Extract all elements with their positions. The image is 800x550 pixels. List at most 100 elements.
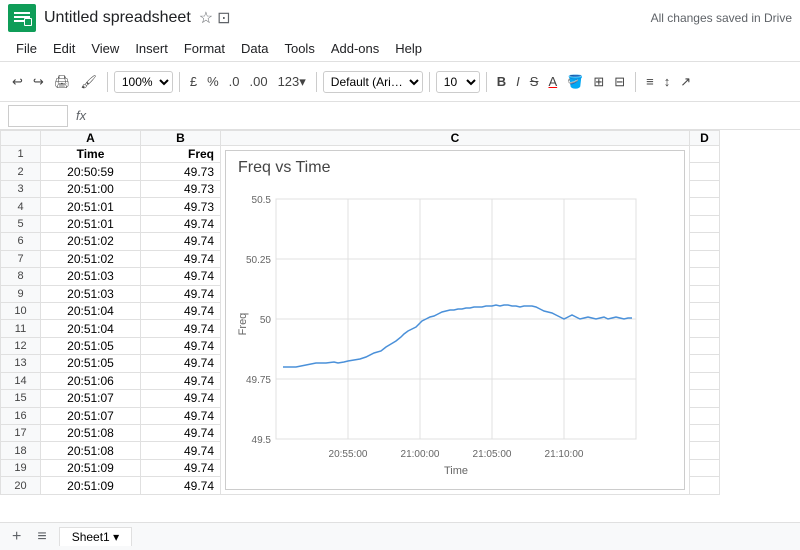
cell-empty[interactable] — [690, 268, 720, 285]
cell-empty[interactable] — [690, 459, 720, 476]
italic-button[interactable]: I — [512, 72, 524, 91]
cell-time[interactable]: 20:51:03 — [41, 285, 141, 302]
cell-time[interactable]: 20:51:02 — [41, 250, 141, 267]
menu-addons[interactable]: Add-ons — [323, 39, 387, 58]
menu-format[interactable]: Format — [176, 39, 233, 58]
cell-empty[interactable] — [690, 180, 720, 197]
cell-empty[interactable] — [690, 163, 720, 180]
cell-freq[interactable]: 49.74 — [141, 233, 221, 250]
cell-time[interactable]: 20:51:05 — [41, 337, 141, 354]
cell-empty[interactable] — [690, 215, 720, 232]
menu-data[interactable]: Data — [233, 39, 276, 58]
align-button[interactable]: ≡ — [642, 72, 658, 91]
cell-empty[interactable] — [690, 442, 720, 459]
cell-empty[interactable] — [690, 285, 720, 302]
cell-empty[interactable] — [690, 477, 720, 495]
star-icon[interactable]: ☆ — [199, 8, 213, 28]
col-header-d[interactable]: D — [690, 131, 720, 146]
col-header-a[interactable]: A — [41, 131, 141, 146]
cell-time[interactable]: 20:51:08 — [41, 425, 141, 442]
menu-help[interactable]: Help — [387, 39, 430, 58]
cell-b1[interactable]: Freq — [141, 146, 221, 163]
redo-button[interactable]: ↪ — [29, 72, 48, 92]
cell-freq[interactable]: 49.74 — [141, 477, 221, 495]
cell-empty[interactable] — [690, 390, 720, 407]
cell-time[interactable]: 20:51:08 — [41, 442, 141, 459]
zoom-select[interactable]: 100% — [114, 71, 173, 93]
merge-button[interactable]: ⊟ — [610, 72, 629, 92]
valign-button[interactable]: ↕ — [660, 72, 675, 91]
cell-empty[interactable] — [690, 320, 720, 337]
cell-freq[interactable]: 49.74 — [141, 302, 221, 319]
percent-button[interactable]: % — [203, 72, 223, 91]
cell-time[interactable]: 20:51:01 — [41, 215, 141, 232]
cell-time[interactable]: 20:51:07 — [41, 407, 141, 424]
cell-freq[interactable]: 49.73 — [141, 180, 221, 197]
cell-empty[interactable] — [690, 355, 720, 372]
menu-view[interactable]: View — [83, 39, 127, 58]
cell-freq[interactable]: 49.74 — [141, 407, 221, 424]
menu-file[interactable]: File — [8, 39, 45, 58]
cell-freq[interactable]: 49.74 — [141, 268, 221, 285]
cell-time[interactable]: 20:51:01 — [41, 198, 141, 215]
cell-freq[interactable]: 49.74 — [141, 442, 221, 459]
cell-freq[interactable]: 49.74 — [141, 425, 221, 442]
print-button[interactable]: 🖨 — [50, 72, 75, 92]
cell-freq[interactable]: 49.74 — [141, 320, 221, 337]
cell-time[interactable]: 20:50:59 — [41, 163, 141, 180]
menu-edit[interactable]: Edit — [45, 39, 83, 58]
decimal-increase-button[interactable]: .00 — [245, 72, 271, 91]
cell-freq[interactable]: 49.74 — [141, 337, 221, 354]
cell-empty[interactable] — [690, 233, 720, 250]
cell-empty[interactable] — [690, 198, 720, 215]
menu-insert[interactable]: Insert — [127, 39, 176, 58]
cell-empty[interactable] — [690, 372, 720, 389]
cell-time[interactable]: 20:51:09 — [41, 459, 141, 476]
col-header-c[interactable]: C — [221, 131, 690, 146]
format-number-button[interactable]: 123▾ — [274, 72, 310, 92]
undo-button[interactable]: ↩ — [8, 72, 27, 92]
cell-time[interactable]: 20:51:03 — [41, 268, 141, 285]
col-header-b[interactable]: B — [141, 131, 221, 146]
sheet-tab-sheet1[interactable]: Sheet1 ▾ — [59, 527, 132, 546]
drive-icon[interactable]: ⊡ — [217, 8, 230, 28]
cell-empty[interactable] — [690, 302, 720, 319]
cell-empty[interactable] — [690, 337, 720, 354]
formula-input[interactable] — [94, 109, 792, 123]
cell-time[interactable]: 20:51:04 — [41, 320, 141, 337]
paint-format-button[interactable]: 🖌 — [76, 72, 101, 92]
cell-time[interactable]: 20:51:07 — [41, 390, 141, 407]
menu-tools[interactable]: Tools — [276, 39, 322, 58]
currency-button[interactable]: £ — [186, 72, 201, 91]
cell-a1[interactable]: Time — [41, 146, 141, 163]
cell-freq[interactable]: 49.73 — [141, 163, 221, 180]
cell-d1[interactable] — [690, 146, 720, 163]
cell-freq[interactable]: 49.74 — [141, 215, 221, 232]
cell-time[interactable]: 20:51:00 — [41, 180, 141, 197]
strikethrough-button[interactable]: S — [526, 72, 543, 91]
cell-time[interactable]: 20:51:09 — [41, 477, 141, 495]
decimal-decrease-button[interactable]: .0 — [225, 72, 244, 91]
cell-time[interactable]: 20:51:02 — [41, 233, 141, 250]
font-color-button[interactable]: A — [544, 72, 561, 91]
font-select[interactable]: Default (Ari… — [323, 71, 423, 93]
app-title[interactable]: Untitled spreadsheet — [44, 9, 191, 27]
font-size-select[interactable]: 10 — [436, 71, 480, 93]
borders-button[interactable]: ⊞ — [589, 72, 608, 92]
add-sheet-button[interactable]: + — [8, 526, 25, 548]
cell-freq[interactable]: 49.74 — [141, 285, 221, 302]
cell-freq[interactable]: 49.74 — [141, 250, 221, 267]
bold-button[interactable]: B — [493, 72, 510, 91]
list-sheets-button[interactable]: ≡ — [33, 526, 50, 548]
rotate-button[interactable]: ↗ — [676, 72, 695, 92]
cell-empty[interactable] — [690, 250, 720, 267]
cell-time[interactable]: 20:51:06 — [41, 372, 141, 389]
cell-empty[interactable] — [690, 425, 720, 442]
cell-freq[interactable]: 49.73 — [141, 198, 221, 215]
cell-time[interactable]: 20:51:04 — [41, 302, 141, 319]
cell-reference-input[interactable] — [8, 105, 68, 127]
cell-freq[interactable]: 49.74 — [141, 390, 221, 407]
fill-color-button[interactable]: 🪣 — [563, 72, 587, 92]
cell-freq[interactable]: 49.74 — [141, 355, 221, 372]
cell-time[interactable]: 20:51:05 — [41, 355, 141, 372]
